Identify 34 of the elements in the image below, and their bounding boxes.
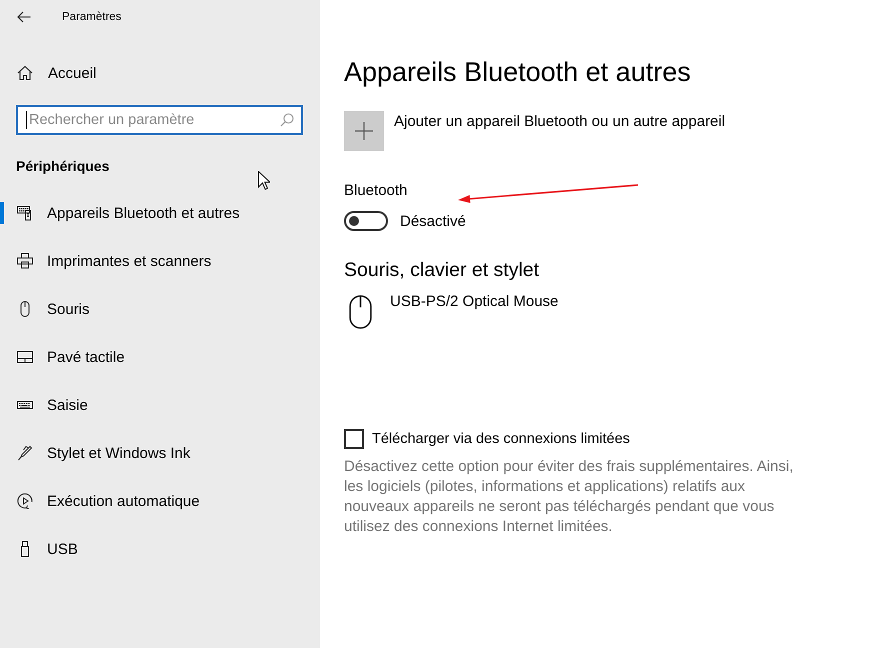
mouse-icon [349,295,372,329]
keyboard-phone-icon [17,205,33,221]
nav-item[interactable]: Exécution automatique [0,477,320,525]
pen-icon [17,445,33,461]
add-device-button[interactable]: Ajouter un appareil Bluetooth ou un autre appareil [344,111,726,151]
printer-icon [17,253,33,269]
bluetooth-toggle[interactable] [344,211,388,231]
text-cursor-icon [26,111,27,129]
device-item[interactable]: USB-PS/2 Optical Mouse [344,292,558,329]
bluetooth-label: Bluetooth [344,181,408,201]
description-text: Désactivez cette option pour éviter des frais supplémentaires. Ainsi, les logiciels (pilotes, informations et applications) relatifs aux nouveaux appareils ne seront pas téléchargés pendant que vous utilisez des connexions Internet limitées. [344,457,794,537]
nav-item[interactable]: Stylet et Windows Ink [0,429,320,477]
nav-item[interactable]: Pavé tactile [0,333,320,381]
checkbox[interactable] [344,429,364,449]
search-icon [280,113,294,127]
plus-icon [344,111,384,151]
home-nav-item[interactable]: Accueil [0,49,108,97]
window-title: Paramètres [62,11,122,23]
nav-item[interactable]: Imprimantes et scanners [0,237,320,285]
checkbox-label: Télécharger via des connexions limitées [372,431,630,447]
home-icon [17,65,33,81]
nav-item[interactable]: Saisie [0,381,320,429]
nav-item[interactable]: Souris [0,285,320,333]
mouse-pointer-icon [258,171,270,190]
play-circle-icon [17,493,33,509]
toggle-state-label: Désactivé [400,212,466,230]
nav-item[interactable]: USB [0,525,320,573]
section-heading: Souris, clavier et stylet [344,258,540,283]
touchpad-icon [17,349,33,365]
back-arrow-icon [17,11,31,23]
page-title: Appareils Bluetooth et autres [344,56,691,89]
search-field[interactable]: Rechercher un paramètre [16,105,303,135]
section-heading: Périphériques [15,157,110,176]
nav-item[interactable]: Appareils Bluetooth et autres [0,189,320,237]
